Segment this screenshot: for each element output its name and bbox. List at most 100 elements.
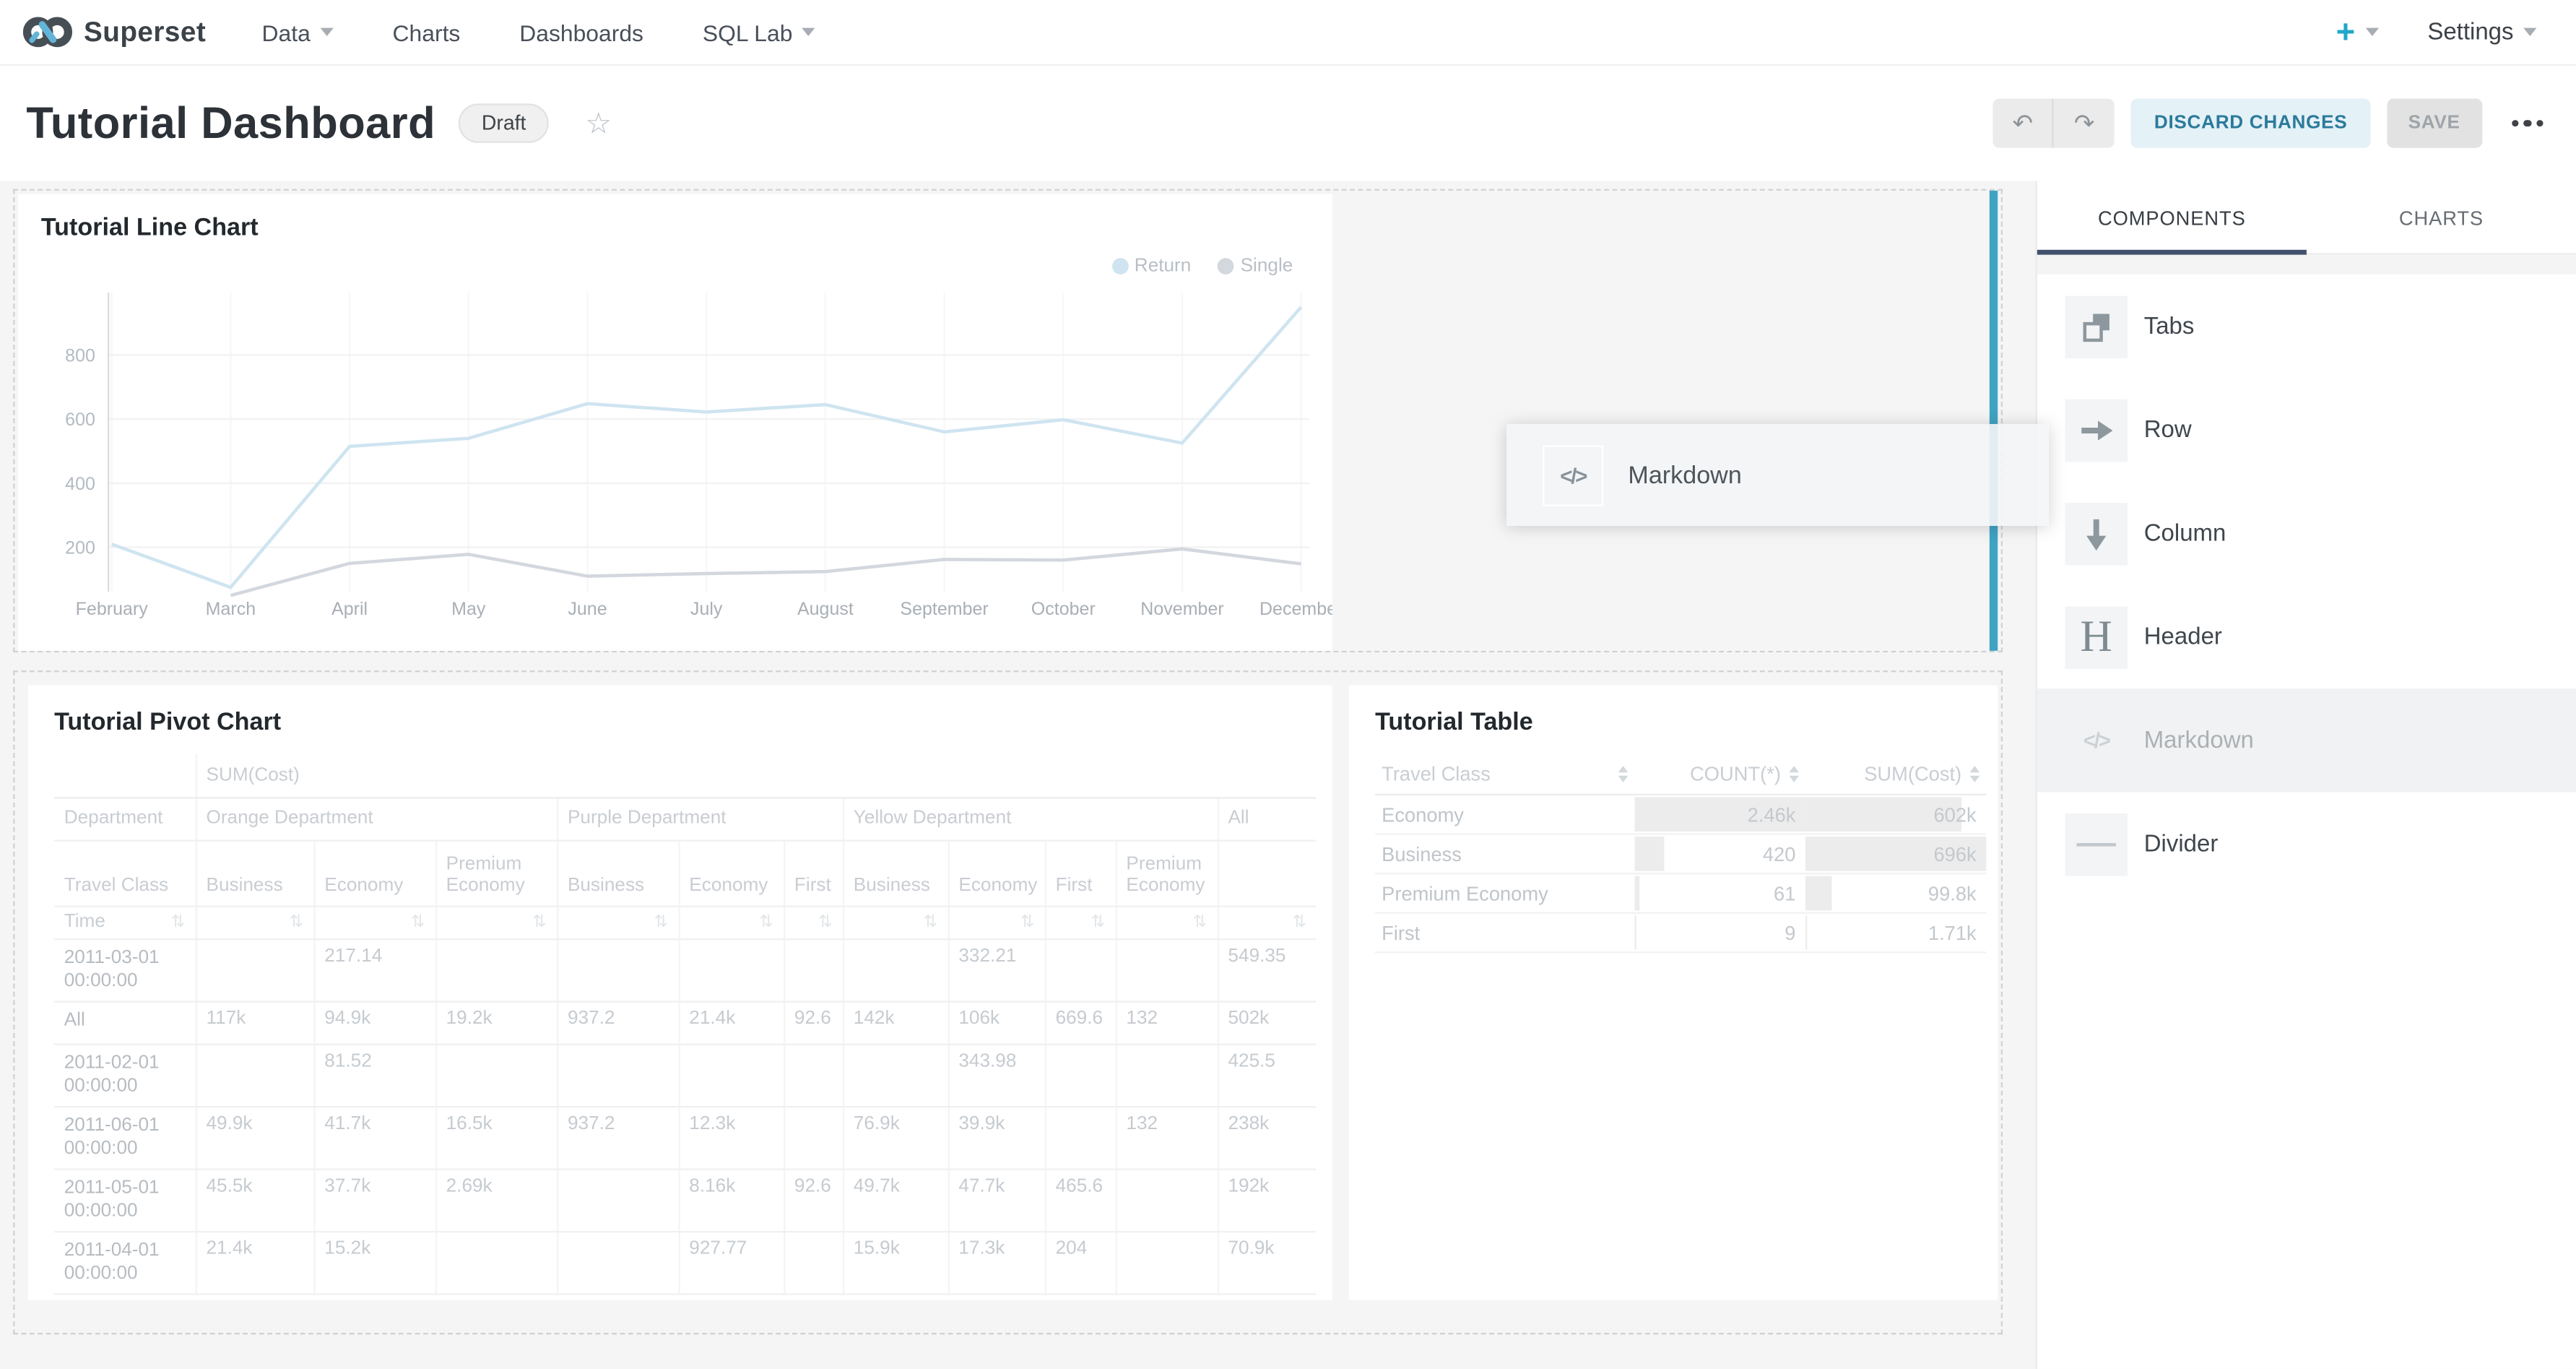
superset-logo[interactable]: Superset — [23, 13, 206, 51]
table-panel[interactable]: Tutorial Table Travel ClassCOUNT(*)SUM(C… — [1349, 686, 1998, 1300]
pivot-sort-cell: ⇅ — [843, 905, 948, 938]
undo-redo-group: ↶ ↷ — [1993, 98, 2115, 147]
pivot-row-2011-02-01: 2011-02-0100:00:0081.52343.98425.5 — [54, 1044, 1316, 1106]
sort-icon[interactable]: ⇅ — [290, 913, 303, 931]
pivot-chart-panel[interactable]: Tutorial Pivot Chart SUM(Cost)Department… — [28, 686, 1332, 1300]
pivot-department-label: Department — [54, 797, 196, 839]
sort-icon[interactable]: ⇅ — [1020, 913, 1034, 931]
pivot-class-premium-economy: Premium Economy — [435, 839, 557, 905]
sidebar-item-header[interactable]: HHeader — [2037, 585, 2576, 688]
nav-item-data[interactable]: Data — [262, 19, 334, 45]
table-row-economy: Economy2.46k602k — [1375, 795, 1986, 834]
sort-icon[interactable]: ⇅ — [1091, 913, 1105, 931]
cell-bar — [1634, 837, 1663, 871]
add-new-button[interactable]: + — [2336, 16, 2378, 48]
column-header-sum-cost[interactable]: SUM(Cost) — [1805, 754, 1986, 795]
value-cell: 420 — [1634, 834, 1805, 873]
tab-charts[interactable]: CHARTS — [2307, 181, 2576, 254]
drop-indicator — [1990, 191, 1998, 651]
nav-item-dashboards[interactable]: Dashboards — [519, 19, 643, 45]
pivot-time-cell: 2011-04-0100:00:00 — [54, 1231, 196, 1293]
chevron-down-icon — [2523, 28, 2536, 36]
pivot-value-cell: 81.52 — [314, 1044, 435, 1106]
travel-class-cell: Economy — [1375, 795, 1634, 834]
pivot-value-cell: 927.77 — [679, 1231, 784, 1293]
pivot-value-cell: 49.9k — [196, 1106, 314, 1168]
star-icon[interactable]: ☆ — [585, 106, 612, 141]
line-chart-panel[interactable]: Tutorial Line Chart 200400600800February… — [18, 194, 1332, 650]
column-header-travel-class[interactable]: Travel Class — [1375, 754, 1634, 795]
pivot-value-cell: 92.6 — [784, 1001, 843, 1043]
svg-text:July: July — [690, 599, 723, 619]
pivot-time-value2: 00:00:00 — [64, 1136, 185, 1159]
sidebar-item-label: Tabs — [2144, 313, 2195, 339]
sidebar-item-column[interactable]: Column — [2037, 482, 2576, 585]
redo-button[interactable]: ↷ — [2054, 98, 2115, 147]
sidebar-item-tabs[interactable]: Tabs — [2037, 275, 2576, 378]
pivot-value-cell — [679, 1044, 784, 1106]
pivot-value-cell: 132 — [1116, 1106, 1218, 1168]
pivot-value-cell: 70.9k — [1218, 1231, 1317, 1293]
pivot-class-economy: Economy — [948, 839, 1045, 905]
pivot-value-cell: 49.7k — [843, 1168, 948, 1230]
drag-ghost-markdown[interactable]: </> Markdown — [1506, 424, 2049, 526]
svg-text:June: June — [568, 599, 607, 619]
pivot-value-cell: 39.9k — [948, 1106, 1045, 1168]
sort-icon[interactable]: ⇅ — [759, 913, 773, 931]
pivot-value-cell: 238k — [1218, 1106, 1317, 1168]
sort-icon[interactable]: ⇅ — [1293, 913, 1306, 931]
nav-item-sql-lab[interactable]: SQL Lab — [703, 19, 815, 45]
cell-value: 420 — [1763, 842, 1796, 865]
save-button[interactable]: SAVE — [2387, 98, 2481, 147]
sort-icon[interactable]: ⇅ — [411, 913, 425, 931]
pivot-metric-label: SUM(Cost) — [196, 754, 1317, 797]
chart-legend: Return Single — [1111, 256, 1293, 276]
undo-button[interactable]: ↶ — [1993, 98, 2054, 147]
column-header-label: COUNT(*) — [1690, 763, 1781, 786]
sidebar-divider-strip — [2037, 255, 2576, 275]
cell-bar — [1805, 915, 1806, 950]
legend-return[interactable]: Return — [1111, 256, 1191, 276]
nav-menu: Data Charts Dashboards SQL Lab — [262, 19, 875, 45]
pivot-value-cell: 192k — [1218, 1168, 1317, 1230]
more-menu-button[interactable] — [2505, 113, 2550, 133]
sort-icon[interactable]: ⇅ — [171, 913, 185, 931]
sidebar-item-label: Row — [2144, 417, 2192, 443]
pivot-time-cell: 2011-03-0100:00:00 — [54, 938, 196, 1001]
cell-value: 61 — [1774, 881, 1795, 904]
pivot-value-cell: 549.35 — [1218, 938, 1317, 1001]
legend-single[interactable]: Single — [1218, 256, 1293, 276]
sidebar-item-row[interactable]: Row — [2037, 378, 2576, 481]
pivot-class-all — [1218, 839, 1317, 905]
sidebar-item-markdown[interactable]: </>Markdown — [2037, 688, 2576, 792]
sort-icon[interactable]: ⇅ — [532, 913, 546, 931]
sidebar-item-divider[interactable]: Divider — [2037, 792, 2576, 895]
chevron-down-icon — [320, 28, 333, 36]
pivot-group-yellow-department: Yellow Department — [843, 797, 1218, 839]
data-table: Travel Class COUNT(*) SUM(Cost) Economy2.46… — [1375, 754, 1986, 953]
dashboard-canvas: Tutorial Line Chart 200400600800February… — [0, 181, 2037, 1369]
pivot-group-orange-department: Orange Department — [196, 797, 557, 839]
sort-icon[interactable]: ⇅ — [1193, 913, 1207, 931]
pivot-row-2011-06-01: 2011-06-0100:00:0049.9k41.7k16.5k937.212… — [54, 1106, 1316, 1168]
settings-menu[interactable]: Settings — [2427, 19, 2536, 45]
discard-changes-button[interactable]: DISCARD CHANGES — [2131, 98, 2370, 147]
pivot-value-cell: 117k — [196, 1001, 314, 1043]
pivot-value-cell — [1116, 1231, 1218, 1293]
undo-icon: ↶ — [2013, 108, 2034, 138]
svg-text:800: 800 — [65, 345, 95, 366]
svg-text:600: 600 — [65, 410, 95, 430]
sort-icon[interactable]: ⇅ — [818, 913, 832, 931]
nav-item-charts[interactable]: Charts — [393, 19, 461, 45]
pivot-value-cell: 8.16k — [679, 1168, 784, 1230]
pivot-value-cell: 132 — [1116, 1001, 1218, 1043]
sort-carets-icon — [1618, 766, 1629, 782]
pivot-sort-cell: ⇅ — [557, 905, 678, 938]
column-header-count[interactable]: COUNT(*) — [1634, 754, 1805, 795]
travel-class-cell: Premium Economy — [1375, 873, 1634, 913]
pivot-time-cell: 2011-02-0100:00:00 — [54, 1044, 196, 1106]
sort-icon[interactable]: ⇅ — [924, 913, 937, 931]
sort-icon[interactable]: ⇅ — [654, 913, 668, 931]
th-flex: SUM(Cost) — [1812, 763, 1979, 786]
tab-components[interactable]: COMPONENTS — [2037, 181, 2307, 254]
